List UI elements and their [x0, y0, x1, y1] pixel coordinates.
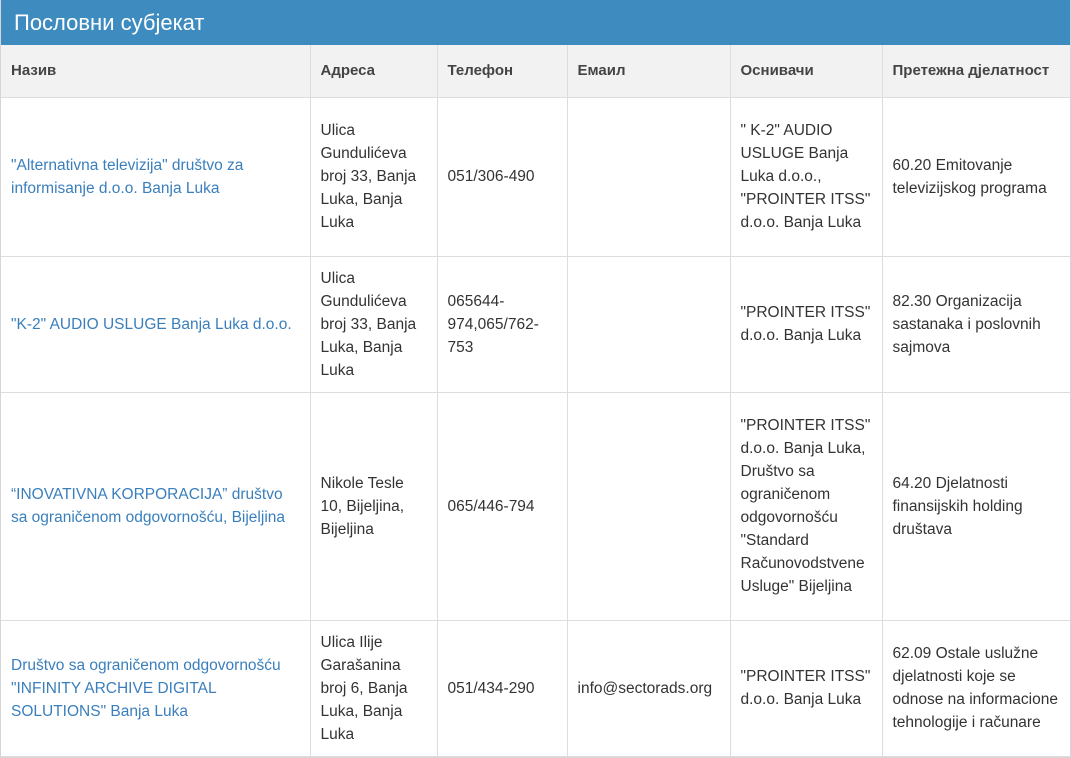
- cell-founders: "PROINTER ITSS" d.o.o. Banja Luka, Društ…: [730, 392, 883, 621]
- column-header-email[interactable]: Емаил: [567, 45, 731, 98]
- column-header-name[interactable]: Назив: [1, 45, 311, 98]
- cell-address: Ulica Gundulićeva broj 33, Banja Luka, B…: [310, 97, 438, 257]
- cell-address: Nikole Tesle 10, Bijeljina, Bijeljina: [310, 392, 438, 621]
- cell-name: “INOVATIVNA KORPORACIJA” društvo sa ogra…: [1, 392, 311, 621]
- cell-email: [567, 392, 731, 621]
- cell-phone: 051/306-490: [437, 97, 568, 257]
- table-row: Društvo sa ograničenom odgovornošću "INF…: [1, 620, 1070, 757]
- cell-founders: "PROINTER ITSS" d.o.o. Banja Luka: [730, 620, 883, 757]
- cell-phone: 051/434-290: [437, 620, 568, 757]
- cell-founders: "PROINTER ITSS" d.o.o. Banja Luka: [730, 256, 883, 393]
- table-header-row: Назив Адреса Телефон Емаил Оснивачи Прет…: [1, 45, 1070, 98]
- cell-activity: 62.09 Ostale uslužne djelatnosti koje se…: [882, 620, 1070, 757]
- table-row: "K-2" AUDIO USLUGE Banja Luka d.o.o. Uli…: [1, 256, 1070, 393]
- column-header-phone[interactable]: Телефон: [437, 45, 568, 98]
- cell-email: [567, 256, 731, 393]
- cell-founders: " K-2" AUDIO USLUGE Banja Luka d.o.o., "…: [730, 97, 883, 257]
- column-header-founders[interactable]: Оснивачи: [730, 45, 883, 98]
- table-row: "Alternativna televizija" društvo za inf…: [1, 97, 1070, 257]
- cell-email: info@sectorads.org: [567, 620, 731, 757]
- entity-name-link[interactable]: Društvo sa ograničenom odgovornošću "INF…: [11, 657, 281, 720]
- entity-name-link[interactable]: "K-2" AUDIO USLUGE Banja Luka d.o.o.: [11, 316, 292, 333]
- cell-activity: 60.20 Emitovanje televizijskog programa: [882, 97, 1070, 257]
- column-header-address[interactable]: Адреса: [310, 45, 438, 98]
- cell-phone: 065/446-794: [437, 392, 568, 621]
- cell-name: "Alternativna televizija" društvo za inf…: [1, 97, 311, 257]
- business-entity-table: Назив Адреса Телефон Емаил Оснивачи Прет…: [1, 45, 1070, 757]
- table-row: “INOVATIVNA KORPORACIJA” društvo sa ogra…: [1, 392, 1070, 621]
- cell-email: [567, 97, 731, 257]
- cell-activity: 64.20 Djelatnosti finansijskih holding d…: [882, 392, 1070, 621]
- entity-name-link[interactable]: "Alternativna televizija" društvo za inf…: [11, 157, 243, 197]
- cell-name: "K-2" AUDIO USLUGE Banja Luka d.o.o.: [1, 256, 311, 393]
- cell-activity: 82.30 Organizacija sastanaka i poslovnih…: [882, 256, 1070, 393]
- cell-address: Ulica Ilije Garašanina broj 6, Banja Luk…: [310, 620, 438, 757]
- business-entity-panel: Пословни субјекат Назив Адреса Телефон Е…: [0, 0, 1071, 758]
- cell-phone: 065644-974,065/762-753: [437, 256, 568, 393]
- cell-address: Ulica Gundulićeva broj 33, Banja Luka, B…: [310, 256, 438, 393]
- cell-name: Društvo sa ograničenom odgovornošću "INF…: [1, 620, 311, 757]
- column-header-activity[interactable]: Претежна дјелатност: [882, 45, 1070, 98]
- entity-name-link[interactable]: “INOVATIVNA KORPORACIJA” društvo sa ogra…: [11, 486, 285, 526]
- panel-title: Пословни субјекат: [1, 0, 1070, 45]
